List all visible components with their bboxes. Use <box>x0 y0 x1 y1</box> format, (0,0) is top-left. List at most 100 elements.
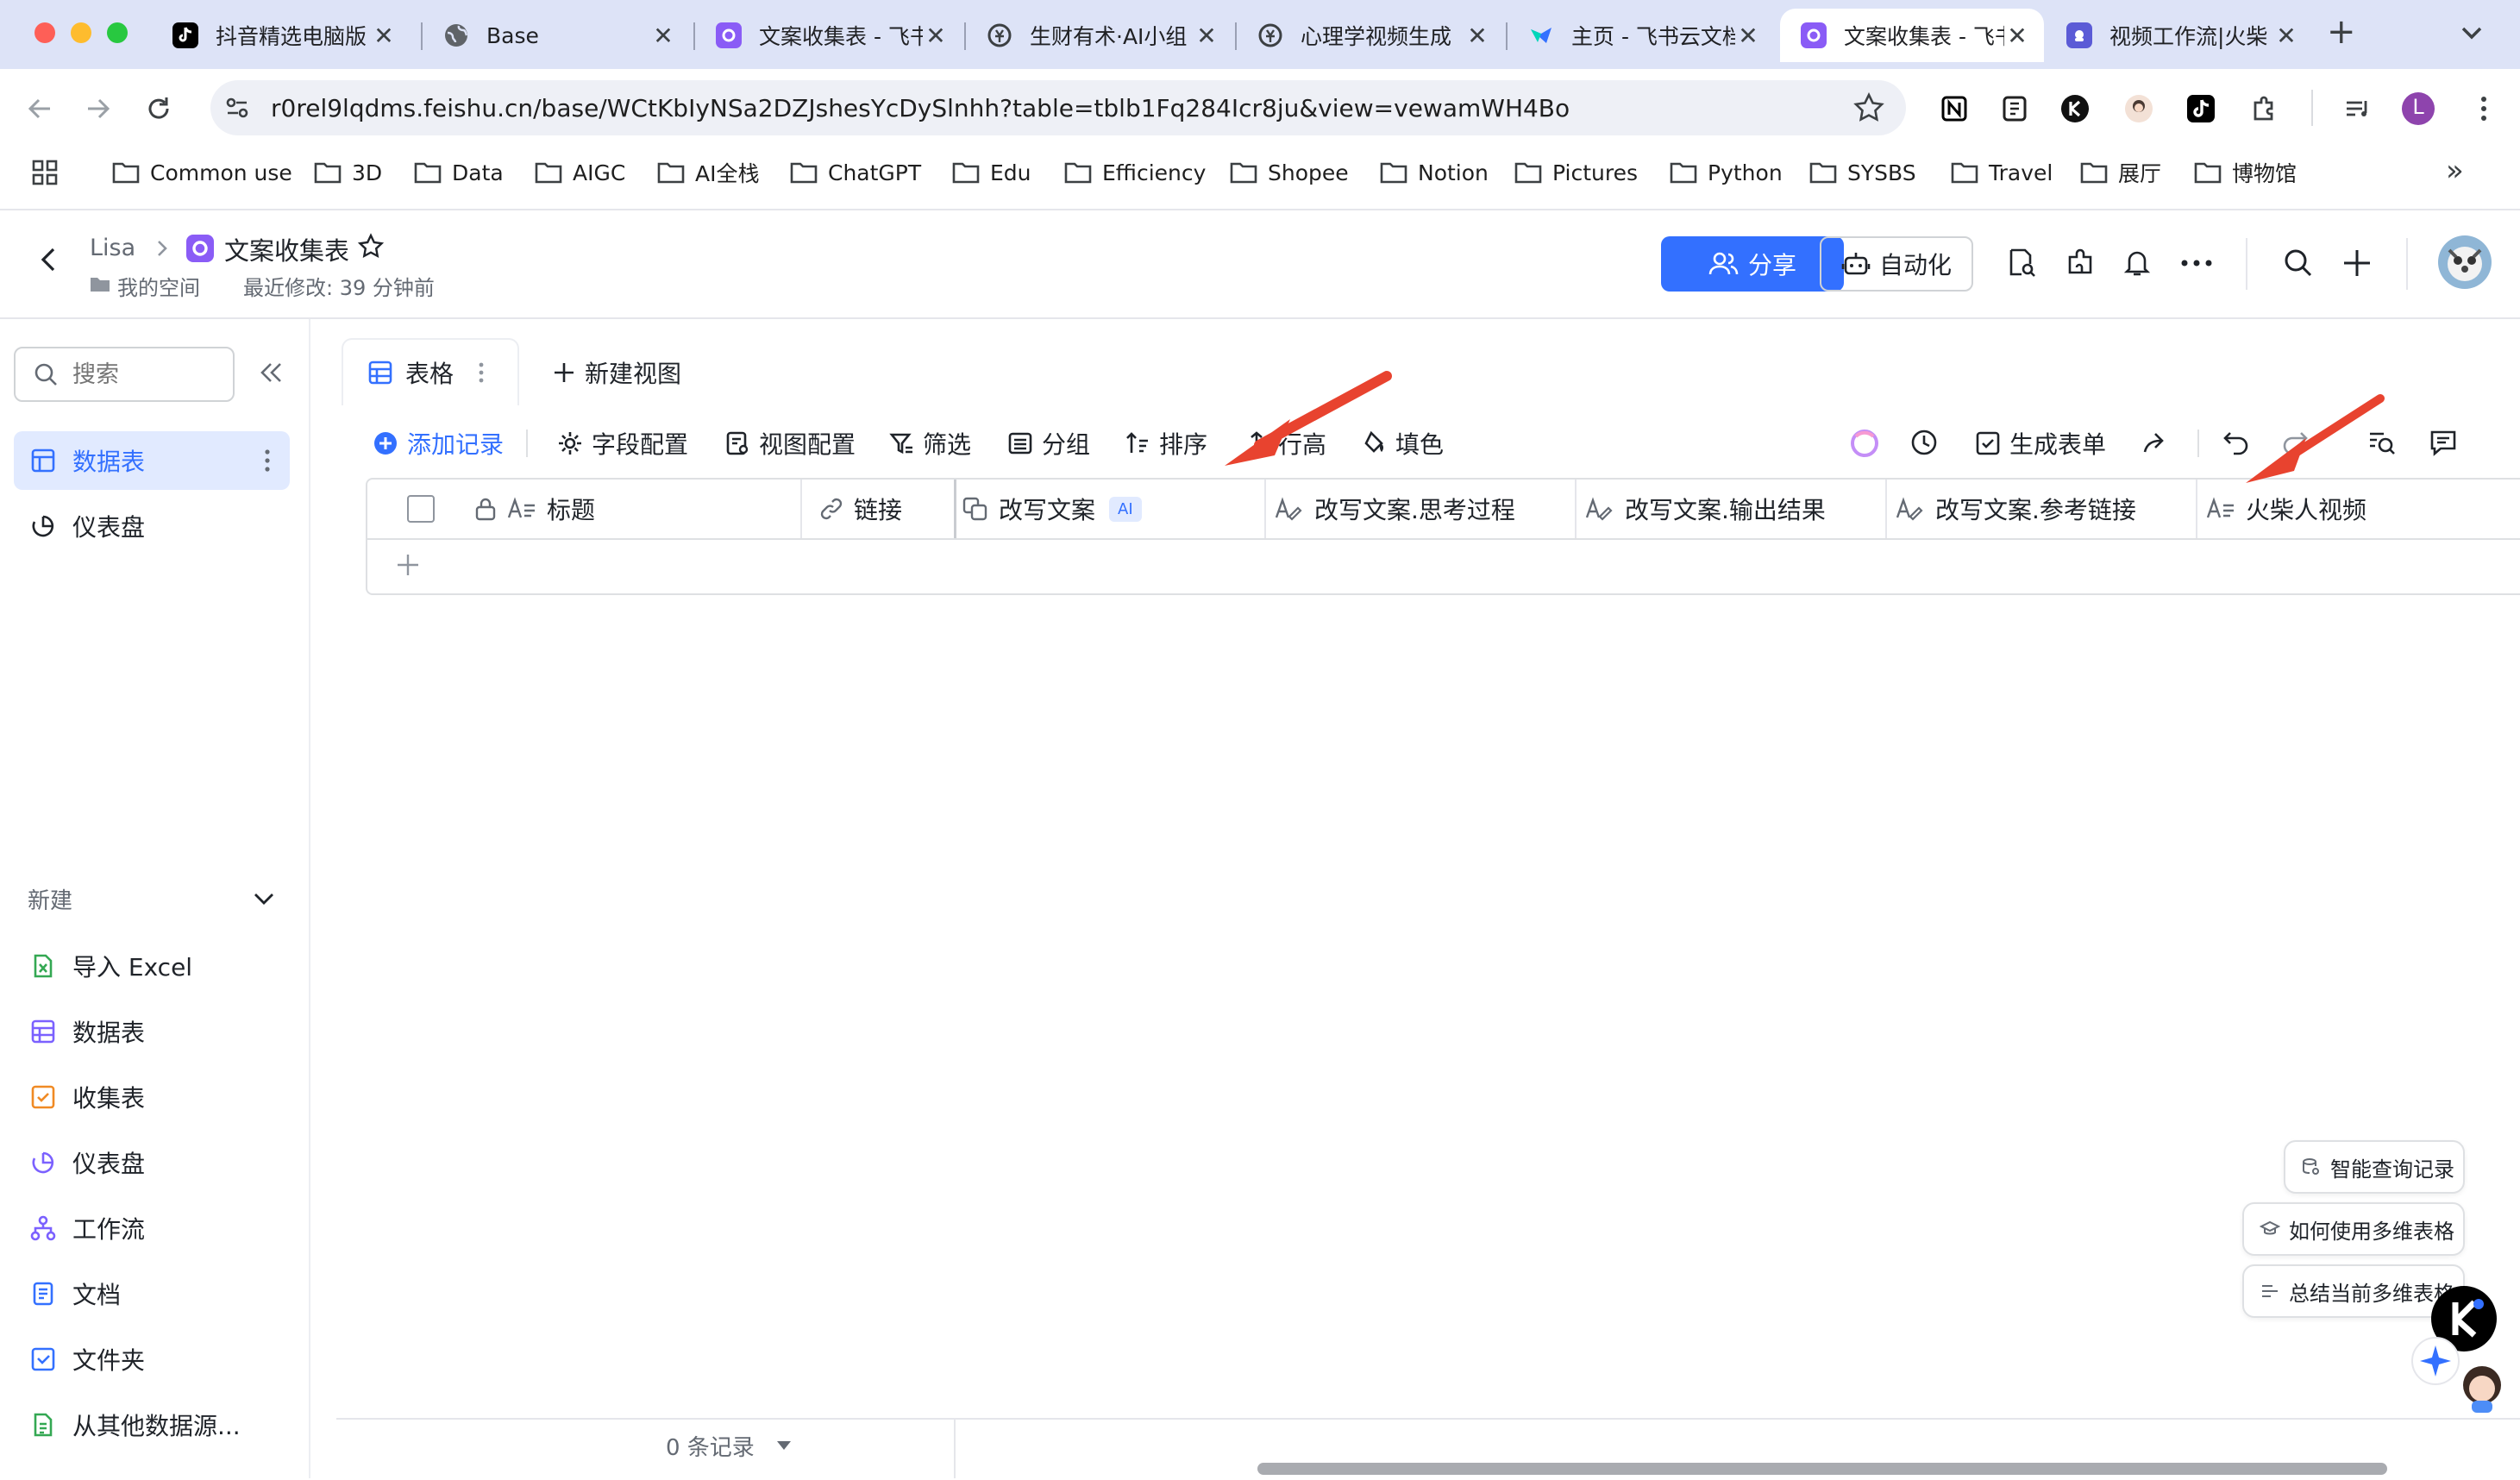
bookmark-folder[interactable]: AIGC <box>535 157 625 188</box>
collapse-sidebar-icon[interactable] <box>257 359 285 386</box>
bookmark-folder[interactable]: 3D <box>314 157 382 188</box>
close-tab-icon[interactable]: ✕ <box>1735 22 1761 50</box>
browser-tab[interactable]: 文案收集表 - 飞书 ✕ <box>695 9 962 62</box>
notion-extension-icon[interactable] <box>1937 91 1971 126</box>
generate-form-button[interactable]: 生成表单 <box>1975 424 2106 462</box>
window-maximize-button[interactable] <box>107 22 128 43</box>
bookmark-folder[interactable]: SYSBS <box>1809 157 1916 188</box>
bookmark-folder[interactable]: AI全栈 <box>657 157 759 188</box>
bookmark-folder[interactable]: Shopee <box>1230 157 1349 188</box>
bookmark-folder[interactable]: Python <box>1670 157 1783 188</box>
field-config-button[interactable]: 字段配置 <box>557 424 688 462</box>
add-record-button[interactable]: 添加记录 <box>373 424 504 462</box>
browser-tab-active[interactable]: 文案收集表 - 飞书 ✕ <box>1780 9 2044 62</box>
bookmark-folder[interactable]: 博物馆 <box>2194 157 2297 188</box>
favorite-star-icon[interactable] <box>357 233 385 260</box>
bookmark-folder[interactable]: 展厅 <box>2080 157 2161 188</box>
browser-tab[interactable]: 主页 - 飞书云文档 ✕ <box>1508 9 1775 62</box>
sort-button[interactable]: 排序 <box>1125 424 1207 462</box>
browser-tab[interactable]: 生财有术·AI小组 ✕ <box>966 9 1233 62</box>
k-extension-icon[interactable] <box>2058 91 2092 126</box>
reload-icon[interactable] <box>143 93 174 124</box>
profile-avatar[interactable]: L <box>2401 91 2435 126</box>
browser-tab[interactable]: 视频工作流|火柴 ✕ <box>2046 9 2313 62</box>
bookmark-star-icon[interactable] <box>1852 91 1885 124</box>
bookmark-folder[interactable]: Edu <box>952 157 1031 188</box>
bookmark-folder[interactable]: Pictures <box>1514 157 1638 188</box>
browser-tab[interactable]: Base ✕ <box>423 9 690 62</box>
record-count[interactable]: 0 条记录 <box>666 1428 793 1463</box>
user-avatar[interactable] <box>2437 235 2492 290</box>
share-button[interactable]: 分享 <box>1661 236 1844 292</box>
smart-query-records-button[interactable]: 智能查询记录 <box>2284 1140 2465 1194</box>
sidebar-new-from-other-source[interactable]: 从其他数据源... <box>14 1395 290 1454</box>
back-arrow-icon[interactable] <box>24 93 55 124</box>
new-tab-button[interactable]: + <box>2327 12 2356 52</box>
comment-icon[interactable] <box>2429 428 2458 457</box>
window-close-button[interactable] <box>34 22 55 43</box>
history-icon[interactable] <box>1909 428 1939 457</box>
media-control-icon[interactable] <box>2341 91 2375 126</box>
horizontal-scrollbar[interactable] <box>1257 1463 2387 1475</box>
column-header-link[interactable]: 链接 <box>802 480 956 538</box>
bookmarks-overflow-button[interactable]: » <box>2446 154 2464 188</box>
sidebar-search-input[interactable] <box>71 360 221 389</box>
site-settings-icon[interactable] <box>223 93 252 122</box>
plugin-icon[interactable] <box>2065 247 2096 278</box>
browser-tab[interactable]: 抖音精选电脑版 ✕ <box>152 9 411 62</box>
close-tab-icon[interactable]: ✕ <box>1464 22 1490 50</box>
close-tab-icon[interactable]: ✕ <box>2004 22 2030 50</box>
breadcrumb-owner[interactable]: Lisa <box>90 235 135 261</box>
column-header-rewrite[interactable]: 改写文案 AI <box>957 480 1266 538</box>
forward-arrow-icon[interactable] <box>83 93 114 124</box>
back-chevron-icon[interactable] <box>34 245 64 274</box>
bookmark-folder[interactable]: Efficiency <box>1064 157 1206 188</box>
browser-tab[interactable]: 心理学视频生成 ✕ <box>1237 9 1504 62</box>
close-tab-icon[interactable]: ✕ <box>1194 22 1219 50</box>
ai-assistant-icon[interactable] <box>1849 428 1880 459</box>
document-search-icon[interactable] <box>2006 247 2037 278</box>
how-to-use-button[interactable]: 如何使用多维表格 <box>2242 1202 2465 1256</box>
add-icon[interactable] <box>2341 247 2373 279</box>
close-tab-icon[interactable]: ✕ <box>650 22 676 50</box>
extensions-puzzle-icon[interactable] <box>2247 91 2282 126</box>
chevron-down-icon[interactable] <box>2458 19 2486 47</box>
frozen-column-divider[interactable] <box>954 480 956 538</box>
window-minimize-button[interactable] <box>71 22 91 43</box>
column-header-stickman-video[interactable]: 火柴人视频 <box>2197 480 2520 538</box>
assistant-avatar[interactable] <box>2458 1363 2506 1414</box>
sidebar-new-form[interactable]: 收集表 <box>14 1068 290 1126</box>
close-tab-icon[interactable]: ✕ <box>923 22 949 50</box>
group-button[interactable]: 分组 <box>1007 424 1090 462</box>
bookmark-folder[interactable]: Notion <box>1380 157 1489 188</box>
bookmark-folder[interactable]: Data <box>414 157 504 188</box>
view-tab-grid[interactable]: 表格 <box>342 338 519 405</box>
notification-bell-icon[interactable] <box>2122 247 2153 278</box>
sidebar-new-document[interactable]: 文档 <box>14 1264 290 1323</box>
share-arrow-icon[interactable] <box>2141 428 2170 457</box>
view-config-button[interactable]: 视图配置 <box>724 424 856 462</box>
bookmark-folder[interactable]: Common use <box>112 157 292 188</box>
search-icon[interactable] <box>2282 247 2315 279</box>
column-header-rewrite-references[interactable]: 改写文案.参考链接 <box>1887 480 2197 538</box>
sparkle-assistant-icon[interactable] <box>2411 1337 2460 1385</box>
doc-title[interactable]: 文案收集表 <box>224 231 349 267</box>
sidebar-new-import-excel[interactable]: 导入 Excel <box>14 937 290 995</box>
item-more-icon[interactable] <box>264 448 271 473</box>
new-section-header[interactable]: 新建 <box>14 868 290 930</box>
tiktok-extension-icon[interactable] <box>2184 91 2218 126</box>
bookmark-folder[interactable]: ChatGPT <box>790 157 921 188</box>
sidebar-item-dashboard[interactable]: 仪表盘 <box>14 497 290 555</box>
close-tab-icon[interactable]: ✕ <box>371 22 397 50</box>
sidebar-search[interactable] <box>14 347 235 402</box>
sidebar-new-workflow[interactable]: 工作流 <box>14 1199 290 1257</box>
sidebar-new-dashboard[interactable]: 仪表盘 <box>14 1133 290 1192</box>
more-options-icon[interactable] <box>2180 259 2213 267</box>
view-more-icon[interactable] <box>478 362 485 383</box>
sidebar-new-datatable[interactable]: 数据表 <box>14 1002 290 1061</box>
bookmark-folder[interactable]: Travel <box>1951 157 2053 188</box>
column-header-rewrite-output[interactable]: 改写文案.输出结果 <box>1577 480 1887 538</box>
filter-button[interactable]: 筛选 <box>888 424 971 462</box>
sidebar-new-folder[interactable]: 文件夹 <box>14 1330 290 1389</box>
new-view-button[interactable]: 新建视图 <box>552 355 681 390</box>
